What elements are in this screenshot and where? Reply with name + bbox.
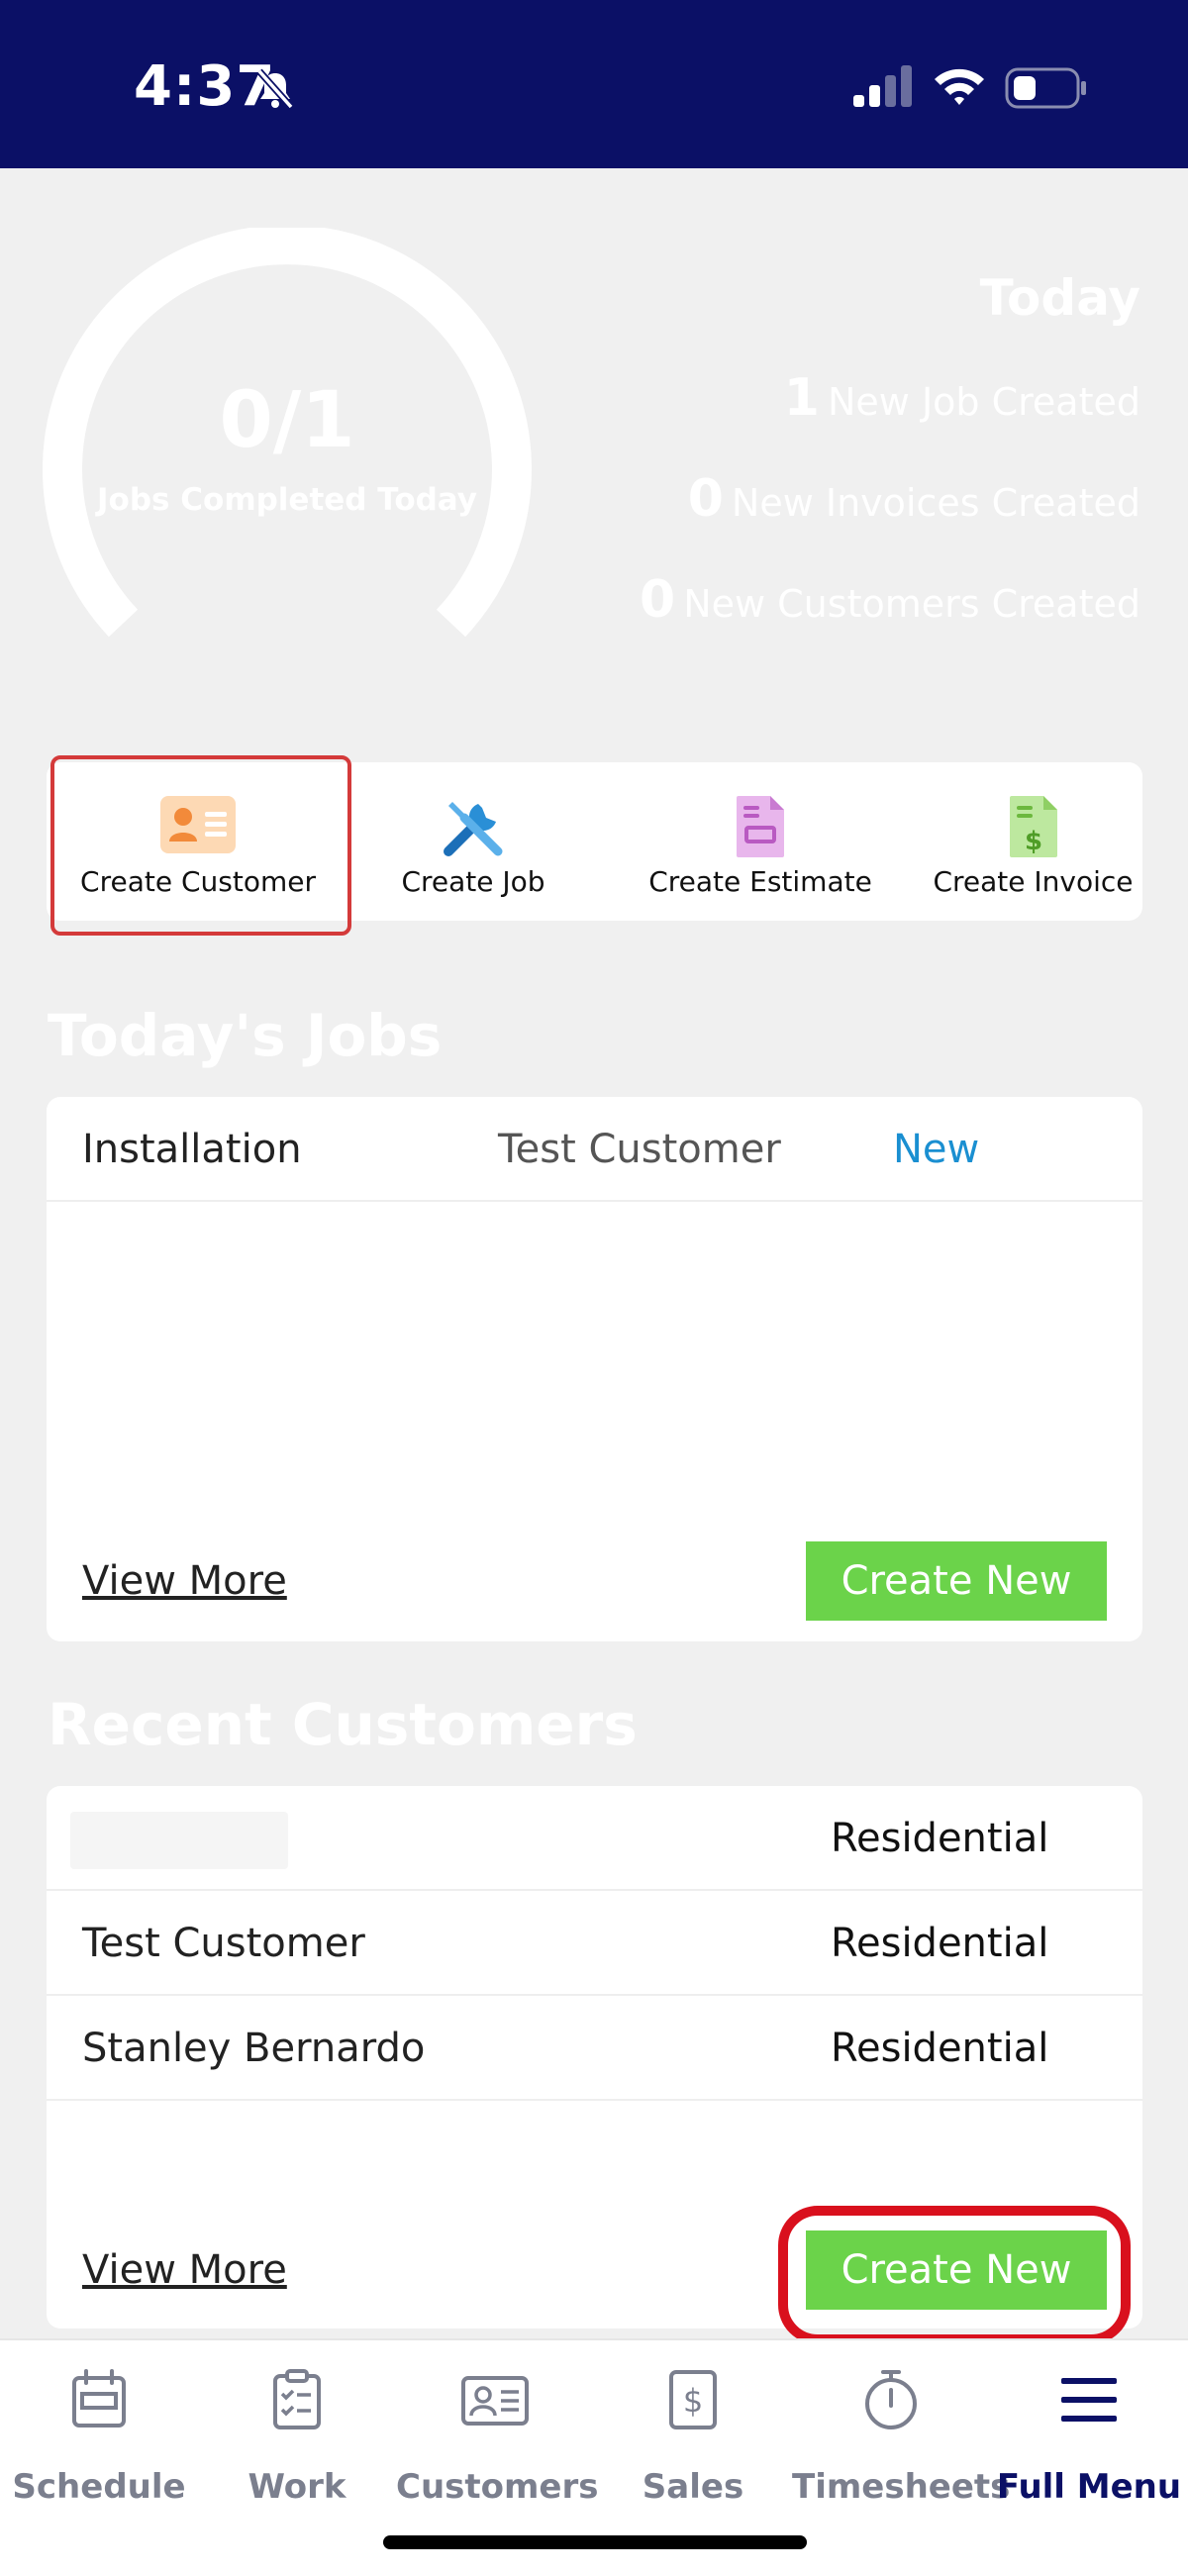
recent-customers-title: Recent Customers (48, 1691, 638, 1758)
quick-actions-bar: Create Customer Create Job Create Estima… (47, 762, 1142, 921)
customers-view-more-link[interactable]: View More (82, 2247, 287, 2293)
create-invoice-button[interactable]: $ Create Invoice (924, 762, 1142, 921)
svg-text:$: $ (683, 2382, 703, 2420)
svg-text:$: $ (1024, 827, 1041, 856)
customer-type: Residential (831, 1816, 1049, 1861)
clipboard-checklist-icon (273, 2369, 321, 2429)
tab-sales[interactable]: $ Sales (594, 2360, 792, 2507)
contact-card-icon (461, 2376, 529, 2426)
customer-card-icon (160, 796, 236, 853)
job-type: Installation (82, 1127, 302, 1172)
jobs-completed-label: Jobs Completed Today (97, 482, 477, 518)
tab-customers-label: Customers (396, 2467, 599, 2507)
tab-schedule[interactable]: Schedule (0, 2360, 198, 2507)
customer-row[interactable]: Stanley Bernardo Residential (47, 1996, 1142, 2101)
stopwatch-icon (865, 2370, 917, 2429)
today-title: Today (979, 269, 1140, 327)
customer-name-redacted (70, 1812, 288, 1869)
create-estimate-button[interactable]: Create Estimate (597, 762, 924, 921)
tab-work-label: Work (248, 2467, 346, 2507)
jobs-view-more-link[interactable]: View More (82, 1558, 287, 1604)
job-status: New (893, 1127, 980, 1172)
tab-full-menu-label: Full Menu (996, 2467, 1182, 2507)
job-customer: Test Customer (498, 1127, 781, 1172)
create-invoice-label: Create Invoice (933, 865, 1134, 898)
tab-sales-label: Sales (642, 2467, 744, 2507)
tab-customers[interactable]: Customers (396, 2360, 599, 2507)
silent-bell-icon (256, 68, 294, 110)
todays-jobs-title: Today's Jobs (48, 1002, 443, 1069)
wrench-screwdriver-icon (444, 802, 503, 856)
dollar-document-icon: $ (669, 2370, 717, 2429)
stat-new-invoices: 0 New Invoices Created (687, 469, 1140, 529)
create-job-button[interactable]: Create Job (349, 762, 597, 921)
customers-create-new-button[interactable]: Create New (806, 2230, 1107, 2310)
recent-customers-card: Residential Test Customer Residential St… (47, 1786, 1142, 2328)
invoice-document-icon: $ (1009, 796, 1057, 857)
create-job-label: Create Job (401, 865, 545, 898)
wifi-icon (935, 68, 984, 105)
tab-timesheets-label: Timesheets (792, 2467, 1011, 2507)
cellular-signal-icon (853, 65, 912, 107)
customer-row[interactable]: Test Customer Residential (47, 1891, 1142, 1996)
tab-timesheets[interactable]: Timesheets (792, 2360, 1010, 2507)
customer-type: Residential (831, 2026, 1049, 2071)
estimate-document-icon (737, 796, 784, 857)
stat-new-jobs: 1 New Job Created (783, 368, 1140, 428)
tab-full-menu[interactable]: Full Menu (990, 2360, 1188, 2507)
job-row[interactable]: Installation Test Customer New (47, 1097, 1142, 1202)
stat-new-customers: 0 New Customers Created (640, 570, 1140, 630)
customer-row[interactable]: Residential (47, 1786, 1142, 1891)
customer-type: Residential (831, 1921, 1049, 1966)
tab-schedule-label: Schedule (12, 2467, 186, 2507)
home-indicator (383, 2535, 807, 2549)
battery-icon (1005, 67, 1086, 109)
jobs-completed-count: 0/1 (219, 376, 355, 465)
customer-name: Stanley Bernardo (82, 2026, 426, 2071)
jobs-create-new-button[interactable]: Create New (806, 1541, 1107, 1621)
todays-jobs-card: Installation Test Customer New View More… (47, 1097, 1142, 1641)
tab-work[interactable]: Work (198, 2360, 396, 2507)
status-bar: 4:37 (0, 0, 1188, 168)
calendar-icon (72, 2369, 126, 2427)
hamburger-menu-icon (1061, 2378, 1117, 2422)
customer-name: Test Customer (82, 1921, 365, 1966)
create-customer-button[interactable]: Create Customer (47, 762, 349, 921)
create-customer-label: Create Customer (80, 865, 316, 898)
create-estimate-label: Create Estimate (648, 865, 872, 898)
